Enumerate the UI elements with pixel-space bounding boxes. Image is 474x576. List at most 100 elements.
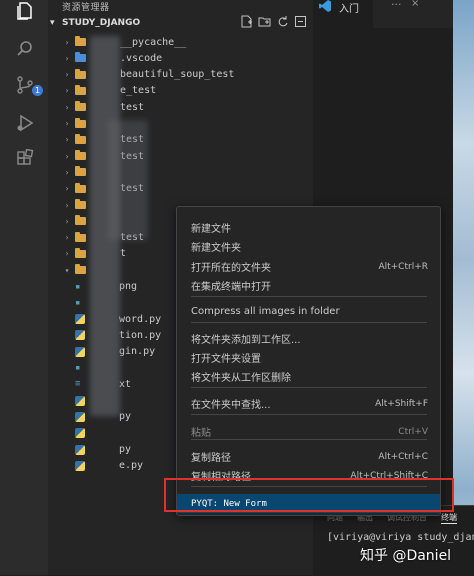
folder-icon [75,247,86,258]
menu-item-shortcut: Alt+Ctrl+C [378,451,428,462]
chevron-right-icon: › [64,135,70,145]
context-menu-item[interactable]: Compress all images in folder [177,302,440,321]
refresh-icon[interactable] [276,15,289,28]
context-menu-item[interactable]: 新建文件夹 [177,237,440,256]
context-menu-item[interactable]: 新建文件 [177,218,440,237]
menu-item-shortcut: Alt+Shift+F [375,398,428,409]
folder-icon [75,52,86,63]
panel-tab[interactable]: 终端 [441,512,457,524]
context-menu-item[interactable]: 将文件夹添加到工作区... [177,329,440,348]
terminal-prompt[interactable]: [viriya@viriya study_djang [327,532,474,543]
tree-item-label: xt [119,378,132,390]
menu-item-label: 新建文件夹 [191,243,241,254]
folder-icon [75,215,86,226]
new-folder-icon[interactable] [258,15,271,28]
menu-item-label: 将文件夹添加到工作区... [191,335,301,346]
context-menu-item[interactable]: 将文件夹从工作区删除 [177,367,440,386]
folder-icon [75,101,86,112]
run-debug-icon[interactable] [14,112,36,134]
context-menu-item[interactable]: 打开文件夹设置 [177,348,440,367]
explorer-title: 资源管理器 [62,3,110,13]
context-menu-item[interactable]: 复制路径 Alt+Ctrl+C [177,447,440,466]
menu-item-label: 复制路径 [191,453,231,464]
menu-item-shortcut: Ctrl+V [398,426,428,437]
menu-item-label: 在文件夹中查找... [191,400,271,411]
folder-icon [75,264,86,275]
python-file-icon [75,330,85,341]
tree-item-label: word.py [119,313,162,325]
file-icon: ▪ [75,297,81,308]
folder-icon [75,133,86,144]
chevron-right-icon: › [64,70,70,80]
tree-item-label: t [120,248,127,260]
context-menu-item[interactable]: 打开所在的文件夹 Alt+Ctrl+R [177,257,440,276]
chevron-right-icon: › [64,216,70,226]
folder-icon [75,182,86,193]
chevron-right-icon: › [64,86,70,96]
close-icon[interactable]: × [411,0,419,9]
tree-item-label: e_test [120,85,157,97]
tree-item-label: beautiful_soup_test [120,69,235,81]
file-icon: ▪ [75,363,81,373]
activity-bar: 1 [0,0,49,575]
explorer-actions [240,15,307,28]
folder-icon [75,117,86,128]
tree-item-label: py [119,411,132,423]
menu-separator [191,322,427,323]
chevron-right-icon: › [64,200,70,210]
menu-item-label: 打开所在的文件夹 [191,263,271,274]
chevron-down-icon: ▾ [50,18,55,28]
desktop-background [453,0,474,575]
project-name: STUDY_DJANGO [62,18,141,28]
python-file-icon [75,460,85,471]
text-file-icon: ≡ [75,379,81,390]
chevron-right-icon: › [64,184,70,194]
folder-icon [75,84,86,95]
folder-icon [75,68,86,79]
tree-item-label: tion.py [119,329,162,341]
folder-icon [75,199,86,209]
search-icon[interactable] [14,38,36,60]
chevron-right-icon: › [64,102,70,112]
chevron-right-icon: › [64,233,70,243]
menu-separator [191,387,427,388]
tab-label: 入门 [339,4,359,15]
vscode-logo-icon [319,0,331,12]
python-file-icon [75,346,85,357]
editor-tab-bar: 入门 ··· × [313,0,474,28]
tree-item-label: gin.py [119,346,156,358]
python-file-icon [75,395,85,406]
tree-item-label: __pycache__ [120,36,187,48]
python-file-icon [75,411,85,422]
tab-getting-started[interactable]: 入门 [313,0,373,28]
chevron-right-icon: › [64,119,70,128]
chevron-right-icon: › [64,167,70,177]
file-icon: ▪ [75,281,81,292]
tree-item-label: png [119,281,138,292]
python-file-icon [75,444,85,455]
more-actions-icon[interactable]: ··· [391,0,402,11]
folder-icon [75,231,86,242]
extensions-icon[interactable] [14,148,36,170]
menu-item-label: Compress all images in folder [191,306,340,317]
tree-item-label: test [120,101,145,113]
menu-separator [191,414,427,415]
chevron-right-icon: › [64,37,70,47]
source-control-badge: 1 [32,85,43,96]
context-menu-item[interactable]: 在集成终端中打开 [177,276,440,295]
new-file-icon[interactable] [240,15,253,28]
chevron-right-icon: › [64,53,70,63]
menu-item-shortcut: Alt+Ctrl+R [378,261,428,272]
folder-icon [75,166,86,177]
context-menu-item[interactable]: 在文件夹中查找... Alt+Shift+F [177,394,440,413]
files-icon[interactable] [14,0,36,22]
blurred-region [108,120,148,240]
context-menu-item[interactable]: 粘贴 Ctrl+V [177,422,440,441]
context-menu: 新建文件新建文件夹打开所在的文件夹 Alt+Ctrl+R 在集成终端中打开 Compr… [176,206,441,516]
python-file-icon [75,314,85,325]
python-file-icon [75,428,85,439]
collapse-all-icon[interactable] [294,15,307,28]
tree-item-label: .vscode [120,52,163,64]
highlight-annotation-box [164,478,454,512]
tree-item-label: e.py [119,460,144,472]
